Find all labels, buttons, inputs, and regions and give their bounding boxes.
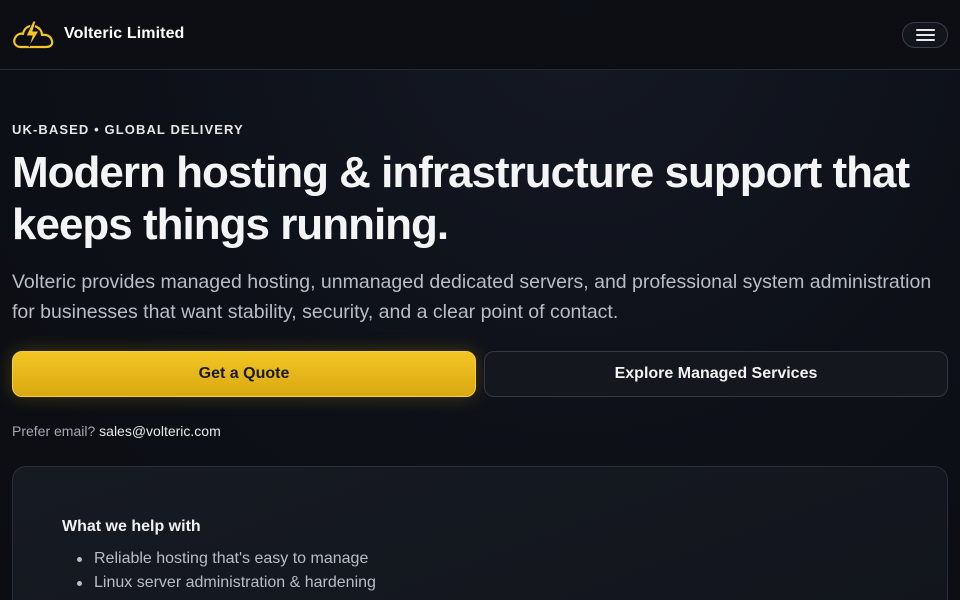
- email-line: Prefer email? sales@volteric.com: [12, 423, 221, 439]
- help-list: Reliable hosting that's easy to manage L…: [62, 547, 376, 595]
- cloud-lightning-icon[interactable]: [12, 17, 54, 51]
- menu-button[interactable]: [902, 22, 948, 48]
- brand-name[interactable]: Volteric Limited: [64, 25, 184, 43]
- list-item: Linux server administration & hardening: [62, 571, 376, 595]
- email-prefix: Prefer email?: [12, 423, 96, 439]
- hamburger-menu-icon-line: [916, 39, 935, 41]
- hamburger-menu-icon: [916, 29, 935, 31]
- hamburger-menu-icon-line: [916, 34, 935, 36]
- explore-managed-services-button[interactable]: Explore Managed Services: [484, 351, 948, 397]
- bullet-icon: [77, 557, 82, 562]
- site-header: Volteric Limited: [0, 0, 960, 70]
- hero-subtext: Volteric provides managed hosting, unman…: [12, 271, 932, 323]
- page: Volteric Limited UK-BASED • GLOBAL DELIV…: [0, 0, 960, 600]
- help-card-title: What we help with: [62, 518, 201, 535]
- hero-eyebrow: UK-BASED • GLOBAL DELIVERY: [12, 122, 244, 137]
- list-item: Reliable hosting that's easy to manage: [62, 547, 376, 571]
- list-item-label: Linux server administration & hardening: [94, 574, 376, 591]
- help-card: What we help with Reliable hosting that'…: [12, 466, 948, 600]
- list-item-label: Reliable hosting that's easy to manage: [94, 550, 369, 567]
- get-quote-button[interactable]: Get a Quote: [12, 351, 476, 397]
- bullet-icon: [77, 581, 82, 586]
- email-link[interactable]: sales@volteric.com: [99, 423, 221, 439]
- hero-headline: Modern hosting & infrastructure support …: [12, 148, 910, 249]
